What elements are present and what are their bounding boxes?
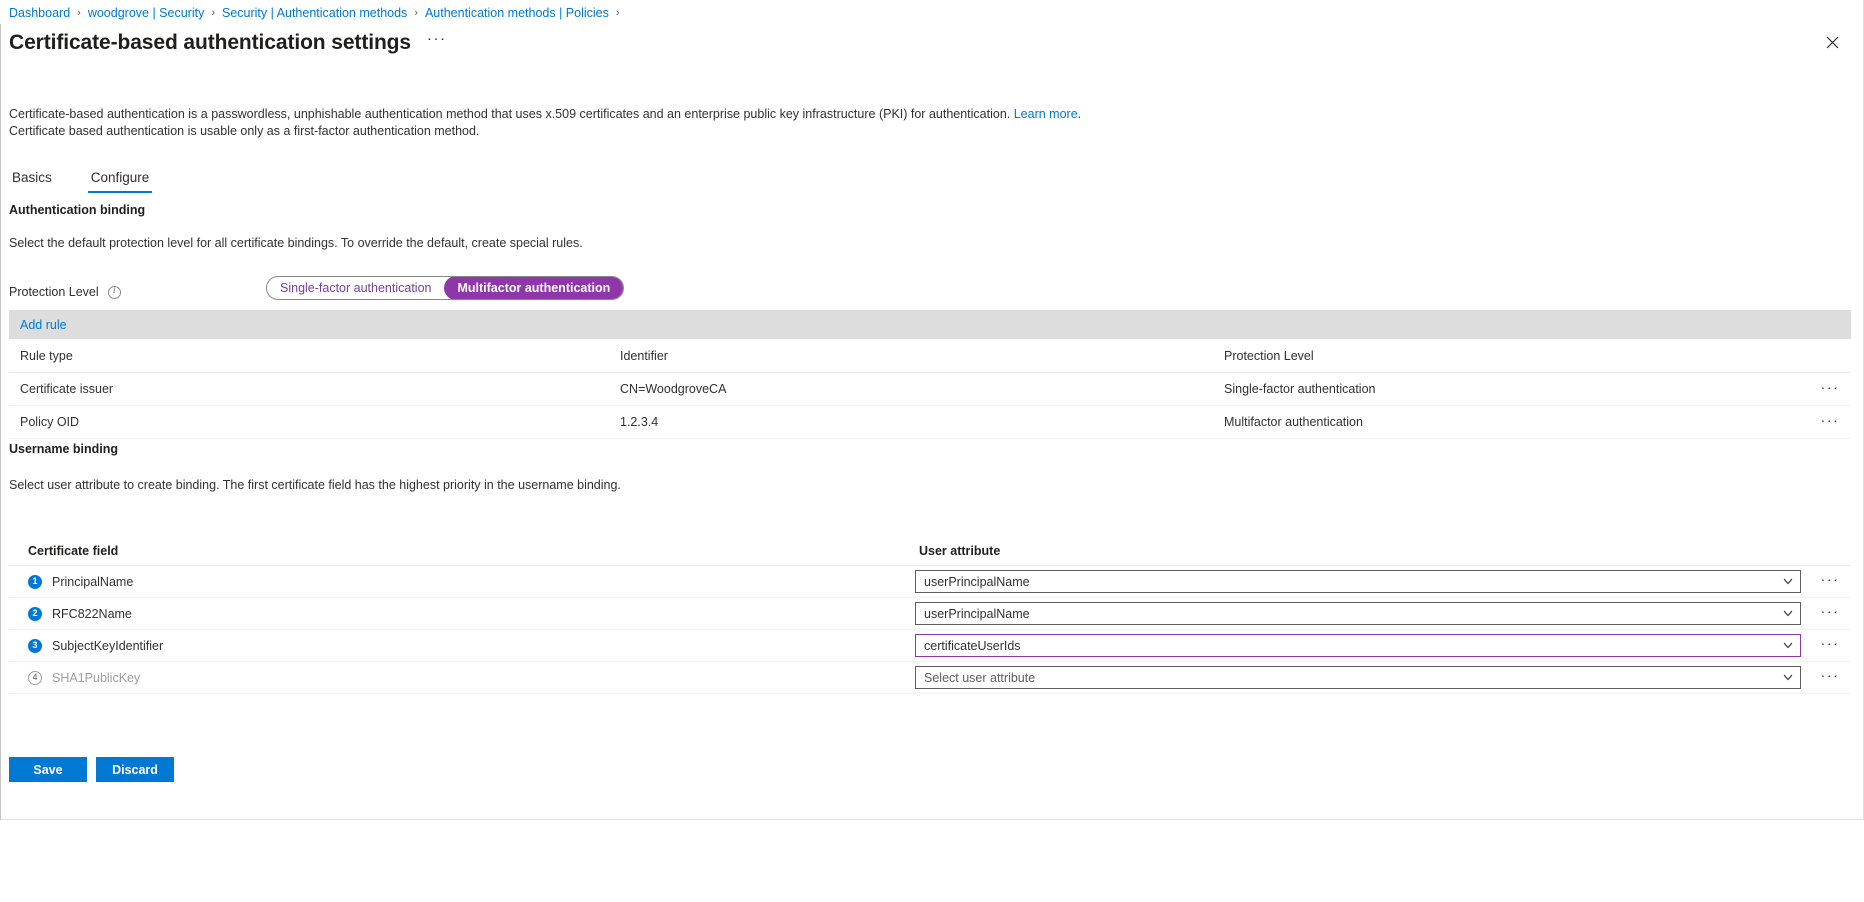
description-line-2: Certificate based authentication is usab… xyxy=(9,124,480,138)
cell-protection-level: Multifactor authentication xyxy=(1224,415,1363,429)
footer-actions: Save Discard xyxy=(9,757,174,782)
info-icon[interactable]: i xyxy=(107,285,121,299)
breadcrumb: Dashboard › woodgrove | Security › Secur… xyxy=(9,4,627,22)
user-attribute-dropdown[interactable]: userPrincipalName xyxy=(915,602,1801,625)
certificate-field-cell: 2 RFC822Name xyxy=(9,606,915,621)
column-header-certificate-field: Certificate field xyxy=(28,543,119,558)
tab-basics[interactable]: Basics xyxy=(9,170,55,193)
chevron-down-icon xyxy=(1783,673,1793,683)
user-attribute-value: Select user attribute xyxy=(924,670,1036,685)
more-options-icon[interactable]: ··· xyxy=(427,31,447,52)
user-attribute-cell: Select user attribute ··· xyxy=(915,666,1851,689)
tab-configure[interactable]: Configure xyxy=(87,170,153,193)
cell-identifier: 1.2.3.4 xyxy=(620,415,659,429)
breadcrumb-item-woodgrove-security[interactable]: woodgrove | Security xyxy=(88,6,205,20)
breadcrumb-item-dashboard[interactable]: Dashboard xyxy=(9,6,70,20)
breadcrumb-item-authentication-methods-policies[interactable]: Authentication methods | Policies xyxy=(425,6,609,20)
protection-level-option-single-factor[interactable]: Single-factor authentication xyxy=(267,277,444,299)
user-attribute-value: userPrincipalName xyxy=(924,606,1030,621)
rules-table-header: Rule type Identifier Protection Level xyxy=(9,339,1851,373)
order-badge: 4 xyxy=(28,670,42,685)
user-attribute-dropdown[interactable]: Select user attribute xyxy=(915,666,1801,689)
certificate-field-cell: 1 PrincipalName xyxy=(9,574,915,589)
user-attribute-value: certificateUserIds xyxy=(924,638,1021,653)
save-button[interactable]: Save xyxy=(9,757,87,782)
chevron-down-icon xyxy=(1783,577,1793,587)
cell-protection-level: Single-factor authentication xyxy=(1224,382,1376,396)
table-row[interactable]: Policy OID 1.2.3.4 Multifactor authentic… xyxy=(9,406,1851,439)
learn-more-link[interactable]: Learn more xyxy=(1014,107,1078,121)
row-context-menu-icon[interactable]: ··· xyxy=(1809,667,1851,688)
close-icon xyxy=(1826,36,1838,48)
certificate-field-cell: 3 SubjectKeyIdentifier xyxy=(9,638,915,653)
column-header-rule-type: Rule type xyxy=(20,348,73,363)
column-header-protection-level: Protection Level xyxy=(1224,348,1314,363)
username-binding-table-header: Certificate field User attribute xyxy=(9,536,1851,566)
blade-panel: Dashboard › woodgrove | Security › Secur… xyxy=(0,0,1864,820)
order-badge: 1 xyxy=(28,574,42,589)
authentication-binding-description: Select the default protection level for … xyxy=(9,236,583,250)
cell-rule-type: Policy OID xyxy=(20,415,80,429)
breadcrumb-item-security-authentication-methods[interactable]: Security | Authentication methods xyxy=(222,6,407,20)
description-period: . xyxy=(1077,107,1082,121)
authentication-binding-heading: Authentication binding xyxy=(9,203,146,217)
table-row[interactable]: Certificate issuer CN=WoodgroveCA Single… xyxy=(9,373,1851,406)
row-context-menu-icon[interactable]: ··· xyxy=(1809,412,1851,433)
breadcrumb-separator: › xyxy=(414,7,418,19)
chevron-down-icon xyxy=(1783,641,1793,651)
cell-identifier: CN=WoodgroveCA xyxy=(620,382,727,396)
close-button[interactable] xyxy=(1817,27,1847,57)
rules-command-bar: Add rule xyxy=(9,310,1851,339)
protection-level-row: Protection Level i xyxy=(9,280,121,304)
row-context-menu-icon[interactable]: ··· xyxy=(1809,603,1851,624)
protection-level-option-multifactor[interactable]: Multifactor authentication xyxy=(444,277,624,299)
breadcrumb-separator: › xyxy=(211,7,215,19)
user-attribute-value: userPrincipalName xyxy=(924,574,1030,589)
row-context-menu-icon[interactable]: ··· xyxy=(1809,635,1851,656)
discard-button[interactable]: Discard xyxy=(96,757,174,782)
list-item: 1 PrincipalName userPrincipalName ··· xyxy=(9,566,1851,598)
add-rule-button[interactable]: Add rule xyxy=(20,318,67,332)
username-binding-table: Certificate field User attribute 1 Princ… xyxy=(9,536,1851,694)
certificate-field-label: SubjectKeyIdentifier xyxy=(52,638,164,653)
order-badge: 2 xyxy=(28,606,42,621)
page-title: Certificate-based authentication setting… xyxy=(9,31,411,54)
tab-list: Basics Configure xyxy=(9,163,185,193)
user-attribute-cell: userPrincipalName ··· xyxy=(915,602,1851,625)
list-item: 4 SHA1PublicKey Select user attribute ··… xyxy=(9,662,1851,694)
username-binding-heading: Username binding xyxy=(9,442,119,456)
row-context-menu-icon[interactable]: ··· xyxy=(1809,571,1851,592)
certificate-field-label: RFC822Name xyxy=(52,606,132,621)
protection-level-label: Protection Level xyxy=(9,285,99,299)
chevron-down-icon xyxy=(1783,609,1793,619)
breadcrumb-separator: › xyxy=(615,7,620,19)
order-badge: 3 xyxy=(28,638,42,653)
cell-rule-type: Certificate issuer xyxy=(20,382,114,396)
breadcrumb-separator: › xyxy=(77,7,81,19)
list-item: 2 RFC822Name userPrincipalName ··· xyxy=(9,598,1851,630)
username-binding-description: Select user attribute to create binding.… xyxy=(9,478,621,492)
list-item: 3 SubjectKeyIdentifier certificateUserId… xyxy=(9,630,1851,662)
column-header-identifier: Identifier xyxy=(620,348,668,363)
certificate-field-label: SHA1PublicKey xyxy=(52,670,141,685)
certificate-field-label: PrincipalName xyxy=(52,574,134,589)
row-context-menu-icon[interactable]: ··· xyxy=(1809,379,1851,400)
column-header-user-attribute: User attribute xyxy=(919,543,1001,558)
user-attribute-cell: userPrincipalName ··· xyxy=(915,570,1851,593)
rules-table: Rule type Identifier Protection Level Ce… xyxy=(9,339,1851,439)
description-text-1: Certificate-based authentication is a pa… xyxy=(9,107,1014,121)
user-attribute-dropdown[interactable]: certificateUserIds xyxy=(915,634,1801,657)
protection-level-toggle: Single-factor authentication Multifactor… xyxy=(266,276,625,300)
title-row: Certificate-based authentication setting… xyxy=(9,26,446,60)
user-attribute-dropdown[interactable]: userPrincipalName xyxy=(915,570,1801,593)
blade-left-rule xyxy=(0,24,1,820)
user-attribute-cell: certificateUserIds ··· xyxy=(915,634,1851,657)
certificate-field-cell: 4 SHA1PublicKey xyxy=(9,670,915,685)
column-header-actions xyxy=(1809,353,1851,358)
blade-description: Certificate-based authentication is a pa… xyxy=(9,106,1081,140)
description-line-1: Certificate-based authentication is a pa… xyxy=(9,106,1081,123)
